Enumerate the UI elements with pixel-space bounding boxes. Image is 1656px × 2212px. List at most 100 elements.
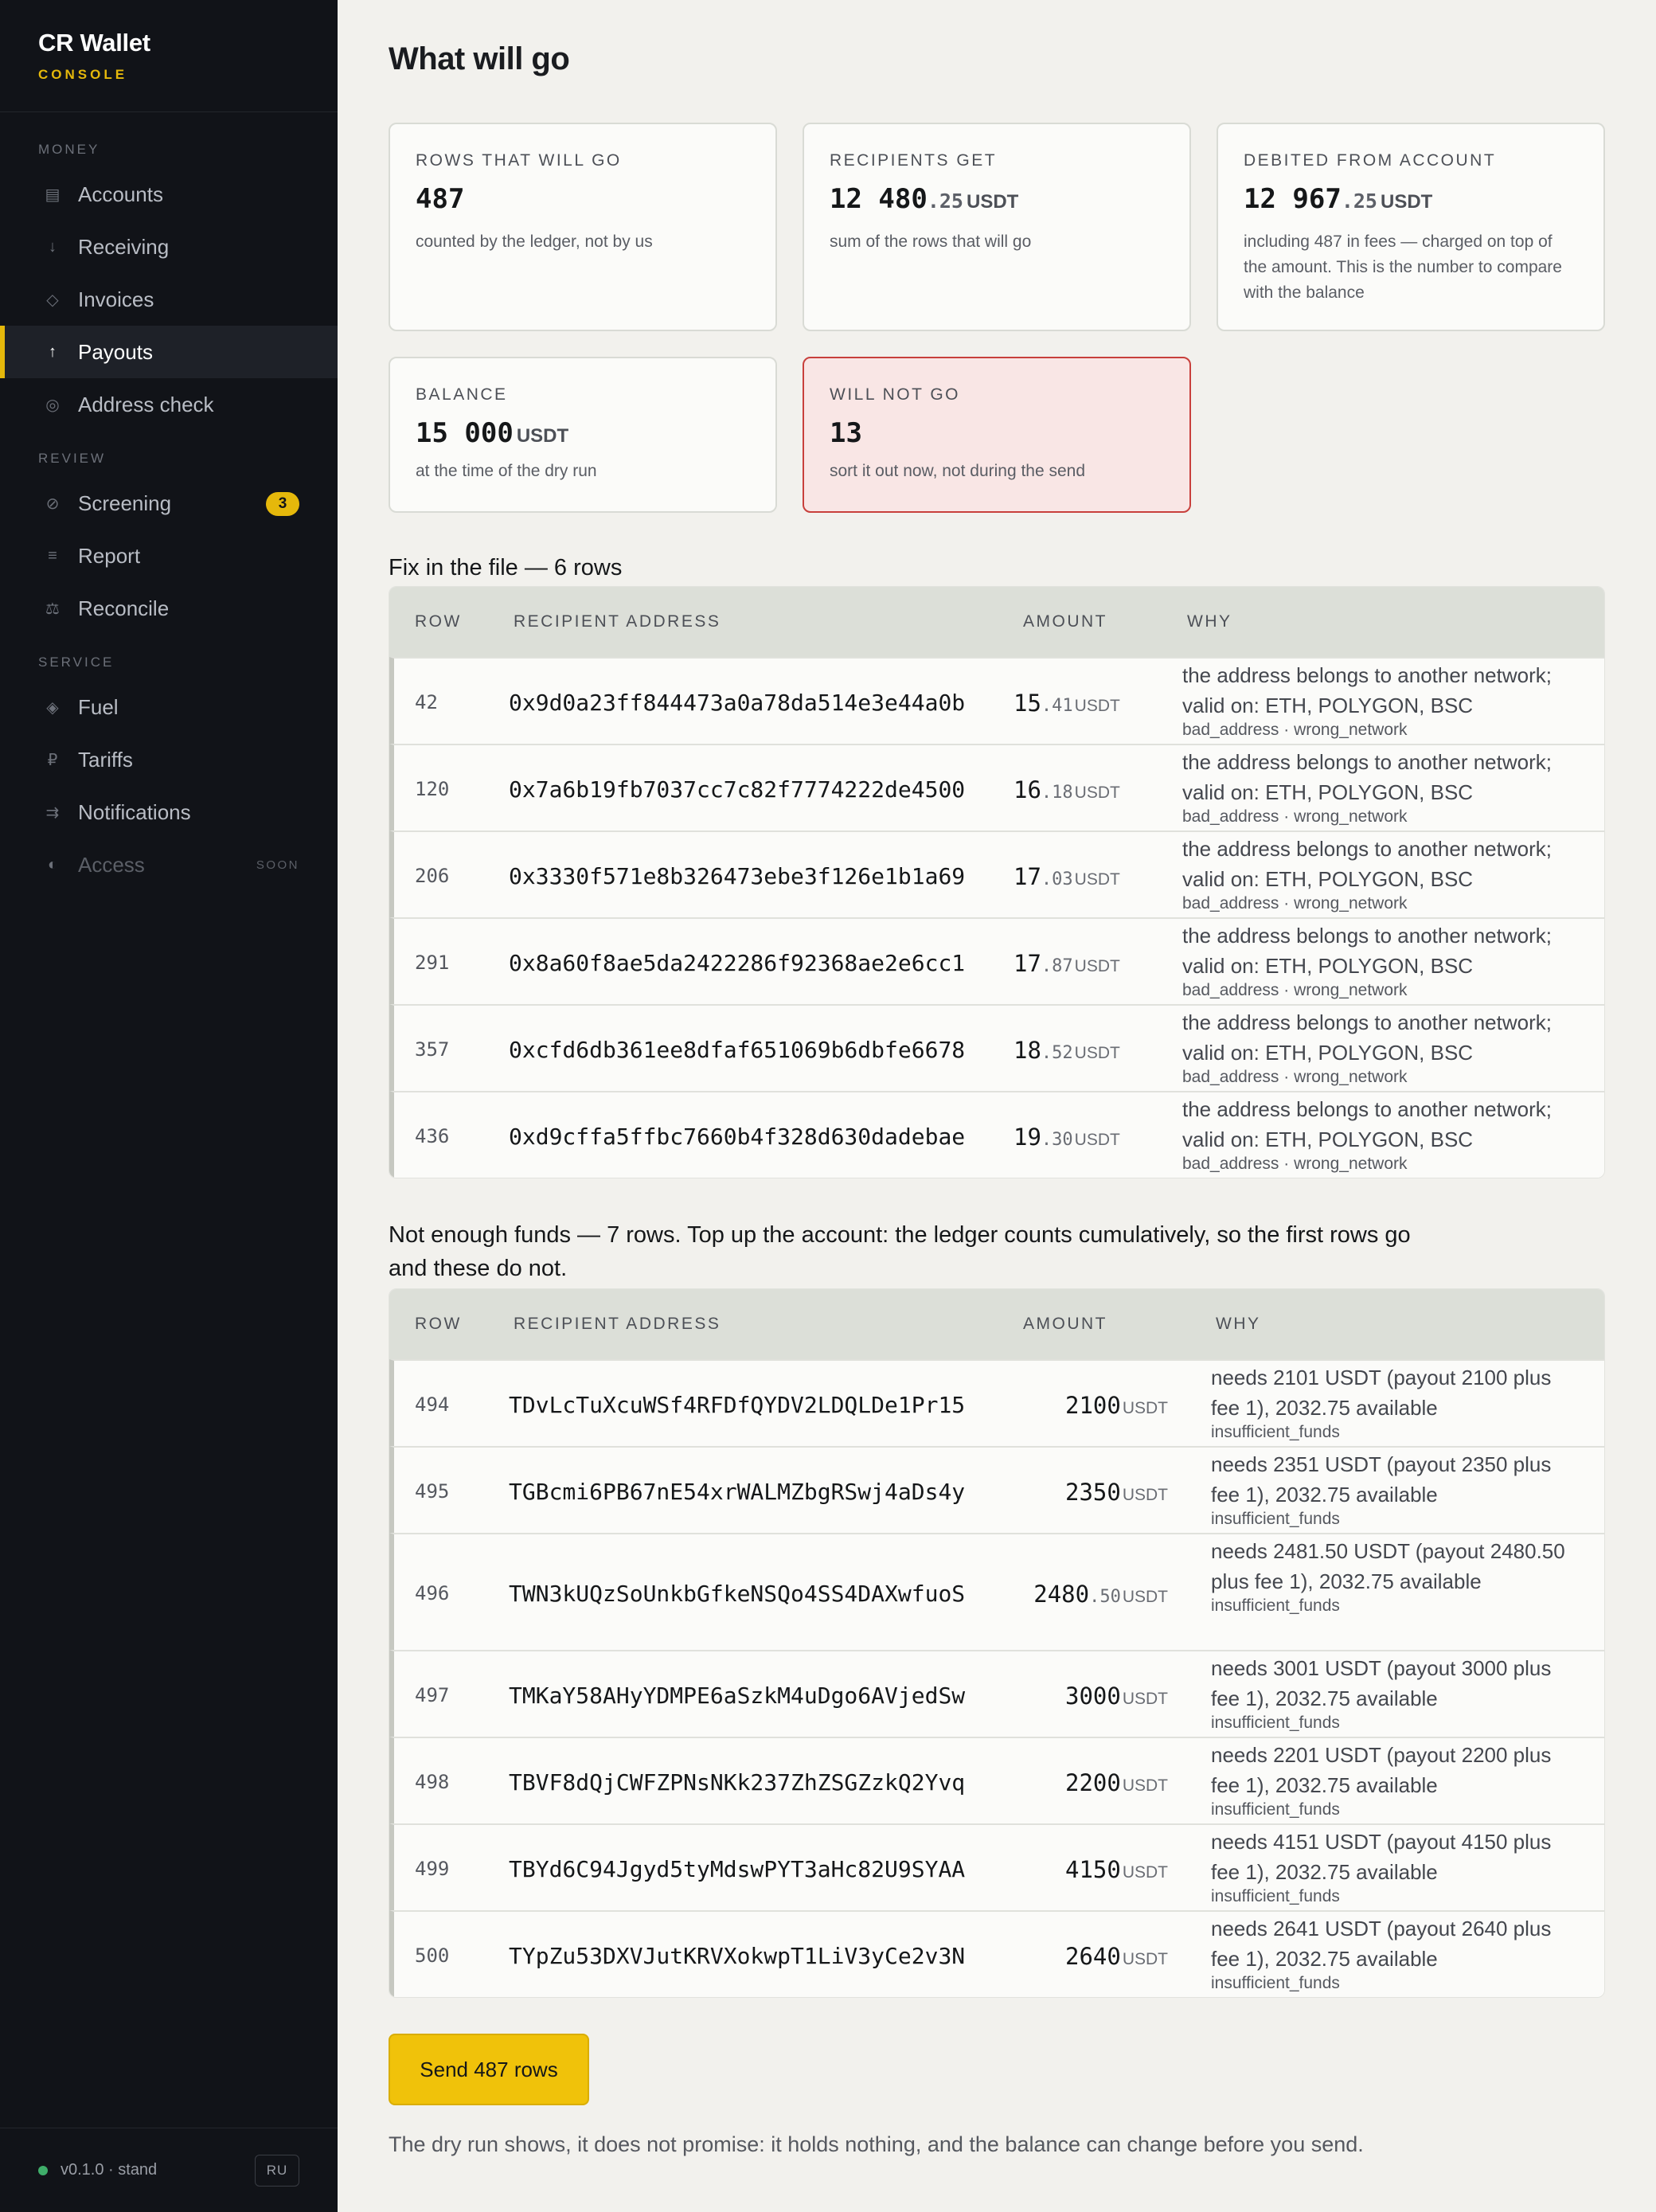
sidebar-item-access[interactable]: ◐ Access SOON [0, 838, 338, 891]
amount: 19.30USDT [1014, 1124, 1120, 1151]
language-toggle-button[interactable]: RU [255, 2154, 299, 2187]
table-row: 291 0x8a60f8ae5da2422286f92368ae2e6cc1 17.… [389, 917, 1604, 1004]
row-number: 497 [415, 1683, 450, 1706]
card-recipients-get: RECIPIENTS GET 12 480.25 USDT sum of the … [803, 123, 1191, 331]
table-row: 494 TDvLcTuXcuWSf4RFDfQYDV2LDQLDe1Pr15 210… [389, 1359, 1604, 1446]
recipient-address: TMKaY58AHyYDMPE6aSzkM4uDgo6AVjedSw [509, 1682, 966, 1709]
sidebar-footer: v0.1.0 · stand RU [0, 2128, 338, 2212]
amount-int: 15 000 [416, 417, 514, 449]
recipient-address: TYpZu53DXVJutKRVXokwpT1LiV3yCe2v3N [509, 1942, 966, 1969]
sidebar-item-screening[interactable]: ⊘ Screening 3 [0, 477, 338, 530]
card-label: WILL NOT GO [830, 385, 961, 404]
reason-text: the address belongs to another network; … [1182, 924, 1552, 978]
sidebar-item-label: Receiving [78, 234, 170, 259]
sidebar-item-invoices[interactable]: ◇ Invoices [0, 273, 338, 326]
table-header: ROW RECIPIENT ADDRESS AMOUNT WHY [389, 587, 1604, 657]
sidebar-item-fuel[interactable]: ◈ Fuel [0, 681, 338, 733]
card-note: sum of the rows that will go [830, 233, 1032, 251]
amount-int: 18 [1014, 1036, 1041, 1064]
sidebar-item-label: Notifications [78, 799, 191, 824]
table-row: 495 TGBcmi6PB67nE54xrWALMZbgRSwj4aDs4y 235… [389, 1446, 1604, 1533]
amount: 18.52USDT [1014, 1037, 1120, 1064]
reason-code: bad_address · wrong_network [1182, 807, 1408, 826]
sidebar-item-report[interactable]: ≡ Report [0, 530, 338, 582]
amount-int: 4150 [1064, 1855, 1121, 1883]
sidebar-item-label: Screening [78, 490, 172, 515]
reason-text: needs 2201 USDT (payout 2200 plus fee 1)… [1211, 1743, 1552, 1797]
why-cell: needs 3001 USDT (payout 3000 plus fee 1)… [1211, 1653, 1585, 1733]
amount-unit: USDT [1074, 1130, 1120, 1149]
fix-table: ROW RECIPIENT ADDRESS AMOUNT WHY 42 0x9d0… [389, 586, 1605, 1178]
sidebar-item-address-check[interactable]: ◎ Address check [0, 378, 338, 431]
disclaimer: The dry run shows, it does not promise: … [389, 2132, 1364, 2156]
table-row: 497 TMKaY58AHyYDMPE6aSzkM4uDgo6AVjedSw 300… [389, 1650, 1604, 1737]
sidebar-item-accounts[interactable]: ▤ Accounts [0, 168, 338, 221]
send-rows-button[interactable]: Send 487 rows [389, 2034, 589, 2105]
recipient-address: TDvLcTuXcuWSf4RFDfQYDV2LDQLDe1Pr15 [509, 1391, 966, 1418]
recipient-address: TWN3kUQzSoUnkbGfkeNSQo4SS4DAXwfuoS [509, 1580, 966, 1607]
reason-text: needs 2641 USDT (payout 2640 plus fee 1)… [1211, 1917, 1552, 1971]
table-row: 42 0x9d0a23ff844473a0a78da514e3e44a0b 15.4… [389, 657, 1604, 744]
card-label: ROWS THAT WILL GO [416, 151, 622, 170]
card-value: 12 967.25 USDT [1244, 183, 1578, 215]
amount-frac: .03 [1041, 869, 1073, 889]
reason-code: insufficient_funds [1211, 1423, 1340, 1441]
header-why: WHY [1216, 1315, 1261, 1333]
amount: 2480.50USDT [1033, 1581, 1168, 1608]
amount-unit: USDT [1122, 1587, 1168, 1606]
amount-unit: USDT [966, 191, 1019, 213]
table-row: 500 TYpZu53DXVJutKRVXokwpT1LiV3yCe2v3N 264… [389, 1910, 1604, 1997]
table-body: 494 TDvLcTuXcuWSf4RFDfQYDV2LDQLDe1Pr15 210… [389, 1359, 1604, 1997]
amount-frac: .18 [1041, 782, 1073, 803]
sidebar-item-receiving[interactable]: ↓ Receiving [0, 221, 338, 273]
card-will-not-go: WILL NOT GO 13 sort it out now, not duri… [803, 357, 1191, 513]
nav-section-label: MONEY [38, 142, 100, 157]
amount-frac: .25 [927, 190, 963, 213]
row-number: 495 [415, 1479, 450, 1503]
table-row: 499 TBYd6C94Jgyd5tyMdswPYT3aHc82U9SYAA 415… [389, 1823, 1604, 1910]
amount-unit: USDT [1074, 783, 1120, 802]
amount-int: 17 [1014, 862, 1041, 890]
sidebar-item-reconcile[interactable]: ⚖ Reconcile [0, 582, 338, 635]
table-row: 498 TBVF8dQjCWFZPNsNKk237ZhZSGZzkQ2Yvq 220… [389, 1737, 1604, 1823]
sidebar-item-payouts[interactable]: ↑ Payouts [0, 326, 338, 378]
header-address: RECIPIENT ADDRESS [514, 612, 721, 631]
card-label: DEBITED FROM ACCOUNT [1244, 151, 1497, 170]
row-number: 120 [415, 777, 450, 800]
amount-frac: .30 [1041, 1129, 1073, 1150]
why-cell: needs 2201 USDT (payout 2200 plus fee 1)… [1211, 1740, 1585, 1819]
card-value: 12 480.25 USDT [830, 183, 1164, 215]
reason-code: insufficient_funds [1211, 1800, 1340, 1819]
header-amount: AMOUNT [1023, 1315, 1107, 1333]
fuel-diamond-icon: ◈ [46, 698, 59, 717]
recipient-address: TBYd6C94Jgyd5tyMdswPYT3aHc82U9SYAA [509, 1855, 966, 1882]
amount-int: 12 480 [830, 183, 928, 215]
table-row: 206 0x3330f571e8b326473ebe3f126e1b1a69 17.… [389, 830, 1604, 917]
amount-unit: USDT [1380, 191, 1433, 213]
amount-unit: USDT [1074, 696, 1120, 715]
card-note: at the time of the dry run [416, 462, 597, 480]
amount-int: 3000 [1064, 1682, 1121, 1710]
why-cell: needs 2641 USDT (payout 2640 plus fee 1)… [1211, 1913, 1585, 1993]
reason-text: needs 2101 USDT (payout 2100 plus fee 1)… [1211, 1366, 1552, 1420]
reason-code: insufficient_funds [1211, 1714, 1340, 1732]
reason-text: the address belongs to another network; … [1182, 1097, 1552, 1151]
reason-code: insufficient_funds [1211, 1596, 1340, 1615]
table-header: ROW RECIPIENT ADDRESS AMOUNT WHY [389, 1289, 1604, 1359]
table-row: 357 0xcfd6db361ee8dfaf651069b6dbfe6678 18.… [389, 1004, 1604, 1091]
sidebar-item-tariffs[interactable]: ₽ Tariffs [0, 733, 338, 786]
target-icon: ◎ [45, 396, 60, 414]
brand-title: CR Wallet [38, 29, 150, 57]
amount-unit: USDT [1122, 1398, 1168, 1417]
amount-int: 15 [1014, 689, 1041, 717]
card-value: 15 000 USDT [416, 417, 750, 449]
row-number: 498 [415, 1770, 450, 1793]
table-row: 496 TWN3kUQzSoUnkbGfkeNSQo4SS4DAXwfuoS 248… [389, 1533, 1604, 1650]
sidebar-item-notifications[interactable]: ⇉ Notifications [0, 786, 338, 838]
sidebar-item-label: Reconcile [78, 596, 170, 620]
row-number: 436 [415, 1124, 450, 1147]
amount: 3000USDT [1065, 1682, 1168, 1710]
reason-code: insufficient_funds [1211, 1887, 1340, 1905]
reason-code: bad_address · wrong_network [1182, 721, 1408, 739]
recipient-address: 0x3330f571e8b326473ebe3f126e1b1a69 [509, 862, 966, 889]
